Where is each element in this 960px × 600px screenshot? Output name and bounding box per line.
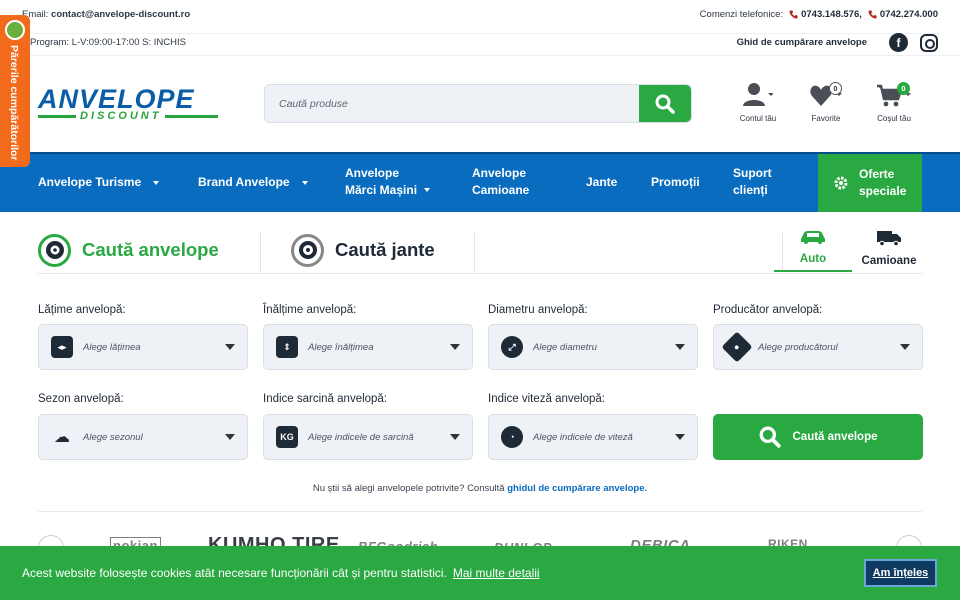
favorites-count: 0 — [829, 82, 842, 95]
tab-search-rims[interactable]: Caută jante — [291, 230, 435, 270]
nav-item-brands[interactable]: Brand Anvelope — [198, 174, 308, 191]
phone-icon — [789, 9, 798, 18]
phone-orders: Comenzi telefonice: 0743.148.576, 0742.2… — [699, 8, 938, 20]
nav-item-promotions[interactable]: Promoții — [651, 174, 700, 191]
favorites-button[interactable]: 0 Favorite — [798, 80, 854, 123]
facebook-icon[interactable]: f — [889, 33, 908, 52]
tag-icon: ● — [721, 331, 753, 363]
instagram-icon[interactable] — [920, 33, 938, 52]
cookie-banner: Acest website folosește cookies atât nec… — [0, 546, 960, 600]
search-tires-button[interactable]: Caută anvelope — [713, 414, 923, 460]
search-tabs: Caută anvelope Caută jante Auto Camioane — [38, 230, 922, 274]
buying-guide-inline-link[interactable]: ghidul de cumpărare anvelope. — [507, 483, 647, 494]
contact-email: Email: contact@anvelope-discount.ro — [22, 8, 191, 20]
trusted-badge-icon — [5, 20, 25, 40]
rim-icon — [291, 233, 324, 267]
nav-item-truck-tires[interactable]: Anvelope Camioane — [472, 165, 529, 199]
chevron-down-icon — [675, 434, 685, 440]
main-nav: Anvelope Turisme Brand Anvelope Anvelope… — [0, 152, 960, 212]
nav-item-car-brands[interactable]: Anvelope Mărci Mașini — [345, 165, 431, 199]
height-icon: ⇕ — [276, 336, 298, 358]
cloud-snow-icon: ☁ — [54, 429, 70, 446]
tire-icon — [38, 233, 71, 267]
tab-auto[interactable]: Auto — [774, 230, 852, 272]
search-input[interactable] — [265, 85, 641, 122]
diameter-select[interactable]: ⤢ Alege diametru — [488, 324, 698, 370]
diameter-icon: ⤢ — [501, 336, 523, 358]
nav-item-rims[interactable]: Jante — [586, 174, 617, 191]
height-select[interactable]: ⇕ Alege înălțimea — [263, 324, 473, 370]
gear-icon — [834, 176, 848, 190]
chevron-down-icon — [153, 180, 160, 185]
divider — [38, 511, 922, 512]
email-link[interactable]: contact@anvelope-discount.ro — [51, 9, 190, 20]
car-icon — [801, 231, 825, 244]
top-bar: Email: contact@anvelope-discount.ro Come… — [0, 0, 960, 56]
cart-count: 0 — [897, 82, 910, 95]
business-hours: Program: L-V:09:00-17:00 S: INCHIS — [30, 37, 186, 48]
phone-2[interactable]: 0742.274.000 — [868, 9, 938, 20]
header: ANVELOPE DISCOUNT Contul tău 0 Favorite — [0, 57, 960, 152]
user-icon — [743, 83, 773, 106]
season-select[interactable]: ☁ Alege sezonul — [38, 414, 248, 460]
phone-icon — [868, 9, 877, 18]
cart-button[interactable]: 0 Coșul tău — [866, 80, 922, 123]
cookie-accept-button[interactable]: Am înțeles — [864, 559, 937, 587]
search-icon — [759, 426, 781, 448]
search-bar — [264, 84, 692, 123]
nav-item-special-offers[interactable]: Oferte speciale — [818, 154, 922, 212]
account-button[interactable]: Contul tău — [730, 80, 786, 123]
load-index-select[interactable]: KG Alege indicele de sarcină — [263, 414, 473, 460]
search-button[interactable] — [639, 85, 691, 122]
chevron-down-icon — [301, 180, 308, 185]
truck-icon — [877, 231, 901, 247]
chevron-down-icon — [675, 344, 685, 350]
nav-item-passenger-tires[interactable]: Anvelope Turisme — [38, 174, 160, 191]
chevron-down-icon — [450, 434, 460, 440]
width-icon: ◂▸ — [51, 336, 73, 358]
chevron-down-icon — [900, 344, 910, 350]
help-text: Nu știi să alegi anvelopele potrivite? C… — [312, 483, 648, 494]
reviews-side-tab[interactable]: Părerile cumpărătorilor — [0, 15, 30, 167]
site-logo[interactable]: ANVELOPE DISCOUNT — [38, 85, 218, 125]
search-icon — [655, 94, 675, 114]
buying-guide-link[interactable]: Ghid de cumpărare anvelope — [737, 37, 867, 48]
phone-1[interactable]: 0743.148.576, — [789, 9, 862, 20]
chevron-down-icon — [450, 344, 460, 350]
cookie-more-link[interactable]: Mai multe detalii — [453, 566, 540, 580]
tab-trucks[interactable]: Camioane — [850, 230, 928, 272]
chevron-down-icon — [225, 434, 235, 440]
chevron-down-icon — [424, 188, 431, 192]
chevron-down-icon — [225, 344, 235, 350]
nav-item-support[interactable]: Suport clienți — [733, 165, 772, 199]
weight-icon: KG — [276, 426, 298, 448]
width-select[interactable]: ◂▸ Alege lățimea — [38, 324, 248, 370]
brand-select[interactable]: ● Alege producătorul — [713, 324, 923, 370]
tab-search-tires[interactable]: Caută anvelope — [38, 230, 219, 270]
speed-index-select[interactable]: ◔ Alege indicele de viteză — [488, 414, 698, 460]
speedometer-icon: ◔ — [501, 426, 523, 448]
